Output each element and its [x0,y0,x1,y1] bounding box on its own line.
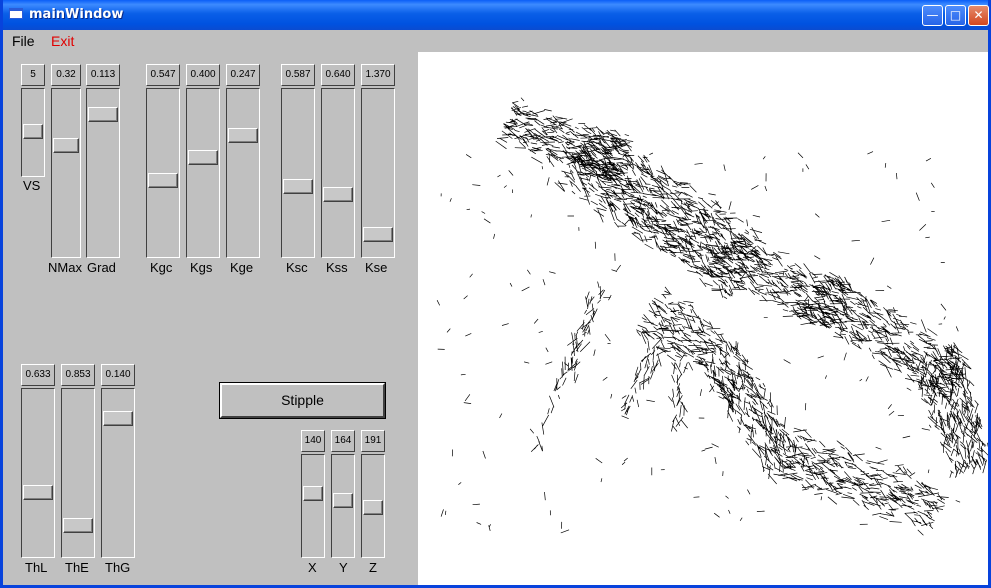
main-window: mainWindow — □ ✕ File Exit 5 VS 0.32 NMa… [0,0,991,588]
x-label: X [308,560,317,575]
kge-slider-track[interactable] [226,88,260,258]
grad-value: 0.113 [86,64,120,86]
kgs-value: 0.400 [186,64,220,86]
the-value-text: 0.853 [65,369,91,380]
x-slider-track[interactable] [301,454,325,558]
vs-slider-thumb[interactable] [23,124,43,139]
ksc-slider-track[interactable] [281,88,315,258]
kgc-slider-track[interactable] [146,88,180,258]
vs-value-text: 5 [30,69,36,80]
z-value: 191 [361,430,385,452]
nmax-slider-track[interactable] [51,88,81,258]
ksc-label: Ksc [286,260,308,275]
y-slider-thumb[interactable] [333,493,353,508]
thg-value-text: 0.140 [105,369,131,380]
grad-slider-thumb[interactable] [88,107,118,122]
x-value-text: 140 [304,435,322,446]
close-button[interactable]: ✕ [968,5,989,26]
the-label: ThE [65,560,89,575]
kgs-slider-track[interactable] [186,88,220,258]
kss-value: 0.640 [321,64,355,86]
kge-slider-thumb[interactable] [228,128,258,143]
vs-label: VS [23,178,41,193]
stipple-button[interactable]: Stipple [219,382,386,419]
nmax-slider-thumb[interactable] [53,138,79,153]
grad-label: Grad [87,260,116,275]
x-value: 140 [301,430,325,452]
ksc-slider-thumb[interactable] [283,179,313,194]
content-area: 5 VS 0.32 NMax 0.113 Grad 0.547 Kgc 0.40… [3,52,988,585]
kgs-value-text: 0.400 [190,69,216,80]
kse-value: 1.370 [361,64,395,86]
menu-exit[interactable]: Exit [51,33,74,49]
menu-file[interactable]: File [12,33,35,49]
nmax-value-text: 0.32 [56,69,76,80]
z-slider-thumb[interactable] [363,500,383,515]
thg-value: 0.140 [101,364,135,386]
vs-value: 5 [21,64,45,86]
maximize-button[interactable]: □ [945,5,966,26]
y-value: 164 [331,430,355,452]
vs-slider-track[interactable] [21,88,45,177]
kss-slider-track[interactable] [321,88,355,258]
thl-slider-track[interactable] [21,388,55,558]
thg-slider-track[interactable] [101,388,135,558]
z-value-text: 191 [364,435,382,446]
nmax-label: NMax [48,260,82,275]
kss-label: Kss [326,260,348,275]
y-label: Y [339,560,348,575]
thl-label: ThL [25,560,48,575]
kse-label: Kse [365,260,388,275]
kss-slider-thumb[interactable] [323,187,353,202]
y-slider-track[interactable] [331,454,355,558]
control-panel: 5 VS 0.32 NMax 0.113 Grad 0.547 Kgc 0.40… [3,52,417,585]
stipple-crayfish-image [436,97,988,536]
thl-value-text: 0.633 [25,369,51,380]
minimize-button[interactable]: — [922,5,943,26]
thl-slider-thumb[interactable] [23,485,53,500]
thg-label: ThG [105,560,131,575]
z-slider-track[interactable] [361,454,385,558]
z-label: Z [369,560,377,575]
title-bar[interactable]: mainWindow — □ ✕ [3,0,989,30]
stipple-strokes [436,97,988,536]
kgc-slider-thumb[interactable] [148,173,178,188]
kge-value: 0.247 [226,64,260,86]
ksc-value: 0.587 [281,64,315,86]
grad-value-text: 0.113 [90,69,116,80]
grad-slider-track[interactable] [86,88,120,258]
kgc-value: 0.547 [146,64,180,86]
kgc-value-text: 0.547 [150,69,176,80]
nmax-value: 0.32 [51,64,81,86]
y-value-text: 164 [334,435,352,446]
kse-slider-track[interactable] [361,88,395,258]
kgs-slider-thumb[interactable] [188,150,218,165]
kgs-label: Kgs [190,260,213,275]
kge-label: Kge [230,260,254,275]
kse-slider-thumb[interactable] [363,227,393,242]
window-icon [9,8,23,19]
stipple-render-canvas[interactable] [418,52,988,585]
kse-value-text: 1.370 [365,69,391,80]
thg-slider-thumb[interactable] [103,411,133,426]
kss-value-text: 0.640 [325,69,351,80]
stipple-path [436,97,988,536]
x-slider-thumb[interactable] [303,486,323,501]
the-slider-track[interactable] [61,388,95,558]
menu-bar: File Exit [3,30,988,52]
thl-value: 0.633 [21,364,55,386]
the-value: 0.853 [61,364,95,386]
kge-value-text: 0.247 [230,69,256,80]
window-title: mainWindow [29,7,124,22]
the-slider-thumb[interactable] [63,518,93,533]
ksc-value-text: 0.587 [285,69,311,80]
kgc-label: Kgc [150,260,173,275]
